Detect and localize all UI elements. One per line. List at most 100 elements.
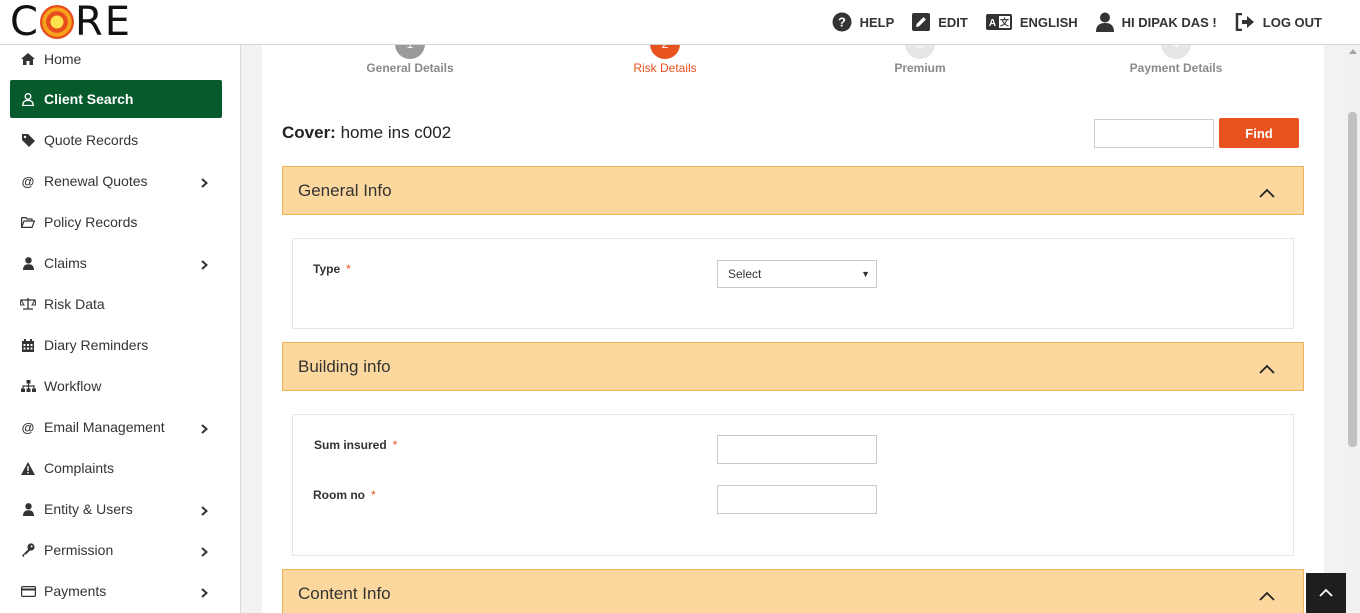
logout-icon bbox=[1235, 13, 1255, 31]
language-link[interactable]: A文 ENGLISH bbox=[985, 14, 1078, 30]
sidebar-item-claims[interactable]: Claims bbox=[10, 244, 222, 282]
edit-icon bbox=[912, 13, 931, 31]
step-label: General Details bbox=[366, 61, 454, 75]
sidebar-item-label: Permission bbox=[44, 542, 114, 558]
dropdown-arrow-icon: ▼ bbox=[861, 269, 870, 279]
home-icon bbox=[20, 53, 36, 65]
required-marker: * bbox=[392, 438, 398, 452]
step-number: 4 bbox=[1161, 45, 1191, 59]
cover-label: Cover: bbox=[282, 123, 336, 142]
main-area: 1 General Details 2 Risk Details 3 Premi… bbox=[241, 45, 1345, 613]
sidebar-item-payments[interactable]: Payments bbox=[10, 572, 222, 610]
step-number: 3 bbox=[905, 45, 935, 59]
sidebar-item-client-search[interactable]: Client Search bbox=[10, 80, 222, 118]
sidebar-item-permission[interactable]: Permission bbox=[10, 531, 222, 569]
required-marker: * bbox=[371, 488, 376, 502]
room-no-input[interactable] bbox=[717, 485, 877, 514]
user-menu[interactable]: HI DIPAK DAS ! bbox=[1095, 12, 1217, 32]
user-icon bbox=[1095, 12, 1114, 32]
sum-insured-label: Sum insured * bbox=[314, 438, 397, 452]
content-info-header[interactable]: Content Info bbox=[282, 569, 1304, 613]
chevron-right-icon bbox=[201, 421, 209, 437]
logo-orb-icon bbox=[39, 5, 74, 39]
sidebar-item-label: Payments bbox=[44, 583, 107, 599]
room-no-label: Room no * bbox=[313, 488, 376, 502]
user-icon bbox=[20, 502, 36, 516]
type-select-value: Select bbox=[728, 267, 762, 281]
sidebar-item-label: Email Management bbox=[44, 419, 165, 435]
find-button[interactable]: Find bbox=[1219, 118, 1299, 148]
required-marker: * bbox=[346, 262, 351, 276]
sidebar-item-label: Risk Data bbox=[44, 296, 105, 312]
tag-icon bbox=[20, 133, 36, 147]
warning-icon bbox=[20, 461, 36, 475]
calendar-icon bbox=[20, 338, 36, 352]
user-outline-icon bbox=[20, 92, 36, 106]
sidebar-item-complaints[interactable]: Complaints bbox=[10, 449, 222, 487]
sidebar-item-label: Entity & Users bbox=[44, 501, 133, 517]
user-icon bbox=[20, 256, 36, 270]
edit-label: EDIT bbox=[938, 14, 968, 30]
sidebar-item-label: Client Search bbox=[44, 91, 134, 107]
edit-link[interactable]: EDIT bbox=[912, 13, 968, 31]
sidebar-item-email-management[interactable]: @ Email Management bbox=[10, 408, 222, 446]
section-title: Building info bbox=[298, 357, 391, 376]
chevron-up-icon[interactable] bbox=[1259, 185, 1275, 203]
sum-insured-input[interactable] bbox=[717, 435, 877, 464]
sidebar-item-label: Diary Reminders bbox=[44, 337, 149, 353]
sidebar-item-label: Renewal Quotes bbox=[44, 173, 148, 189]
sidebar-item-renewal-quotes[interactable]: @ Renewal Quotes bbox=[10, 162, 222, 200]
general-info-header[interactable]: General Info bbox=[282, 166, 1304, 215]
sidebar-item-label: Quote Records bbox=[44, 132, 139, 148]
at-icon: @ bbox=[21, 173, 35, 189]
credit-card-icon bbox=[20, 585, 36, 597]
section-title: Content Info bbox=[298, 584, 391, 603]
sidebar-item-label: Complaints bbox=[44, 460, 115, 476]
at-icon: @ bbox=[21, 419, 35, 435]
sidebar-item-label: Workflow bbox=[44, 378, 102, 394]
top-bar: C RE ? HELP EDIT A文 ENGLISH HI DIPAK DAS… bbox=[0, 0, 1360, 45]
svg-text:文: 文 bbox=[999, 17, 1010, 29]
chevron-up-icon bbox=[1319, 584, 1333, 602]
help-icon: ? bbox=[832, 12, 852, 32]
sidebar-item-entity-users[interactable]: Entity & Users bbox=[10, 490, 222, 528]
help-link[interactable]: ? HELP bbox=[832, 12, 895, 32]
step-label: Payment Details bbox=[1129, 61, 1223, 75]
type-label: Type * bbox=[313, 262, 351, 276]
sidebar-item-workflow[interactable]: Workflow bbox=[10, 367, 222, 405]
scale-icon bbox=[20, 298, 36, 310]
translate-icon: A文 bbox=[985, 14, 1012, 30]
type-select[interactable]: Select ▼ bbox=[717, 260, 877, 288]
page-scrollbar[interactable] bbox=[1345, 45, 1360, 613]
find-input[interactable] bbox=[1094, 119, 1214, 148]
chevron-right-icon bbox=[201, 175, 209, 191]
scrollbar-thumb[interactable] bbox=[1348, 112, 1357, 447]
chevron-right-icon bbox=[201, 585, 209, 601]
step-label: Risk Details bbox=[633, 61, 697, 75]
chevron-up-icon[interactable] bbox=[1259, 588, 1275, 606]
chevron-up-icon[interactable] bbox=[1259, 361, 1275, 379]
chevron-right-icon bbox=[201, 544, 209, 560]
folder-open-icon bbox=[20, 216, 36, 228]
svg-text:A: A bbox=[989, 18, 996, 29]
back-to-top-button[interactable] bbox=[1306, 573, 1346, 613]
core-logo[interactable]: C RE bbox=[10, 0, 133, 45]
logo-text-right: RE bbox=[74, 0, 133, 45]
sidebar: Home Client Search Quote Records @ Renew… bbox=[0, 45, 241, 613]
sidebar-item-home[interactable]: Home bbox=[10, 45, 222, 78]
scroll-up-icon[interactable] bbox=[1349, 49, 1357, 54]
logout-link[interactable]: LOG OUT bbox=[1235, 13, 1322, 31]
building-info-header[interactable]: Building info bbox=[282, 342, 1304, 391]
cover-heading: Cover: home ins c002 bbox=[282, 123, 451, 143]
sidebar-item-risk-data[interactable]: Risk Data bbox=[10, 285, 222, 323]
step-number: 2 bbox=[650, 45, 680, 59]
help-label: HELP bbox=[859, 14, 895, 30]
sidebar-item-policy-records[interactable]: Policy Records bbox=[10, 203, 222, 241]
type-label-text: Type bbox=[313, 262, 341, 276]
content-panel: 1 General Details 2 Risk Details 3 Premi… bbox=[262, 45, 1324, 613]
room-no-label-text: Room no bbox=[313, 488, 365, 502]
sitemap-icon bbox=[20, 380, 36, 392]
sidebar-item-label: Claims bbox=[44, 255, 87, 271]
sidebar-item-diary-reminders[interactable]: Diary Reminders bbox=[10, 326, 222, 364]
sidebar-item-quote-records[interactable]: Quote Records bbox=[10, 121, 222, 159]
